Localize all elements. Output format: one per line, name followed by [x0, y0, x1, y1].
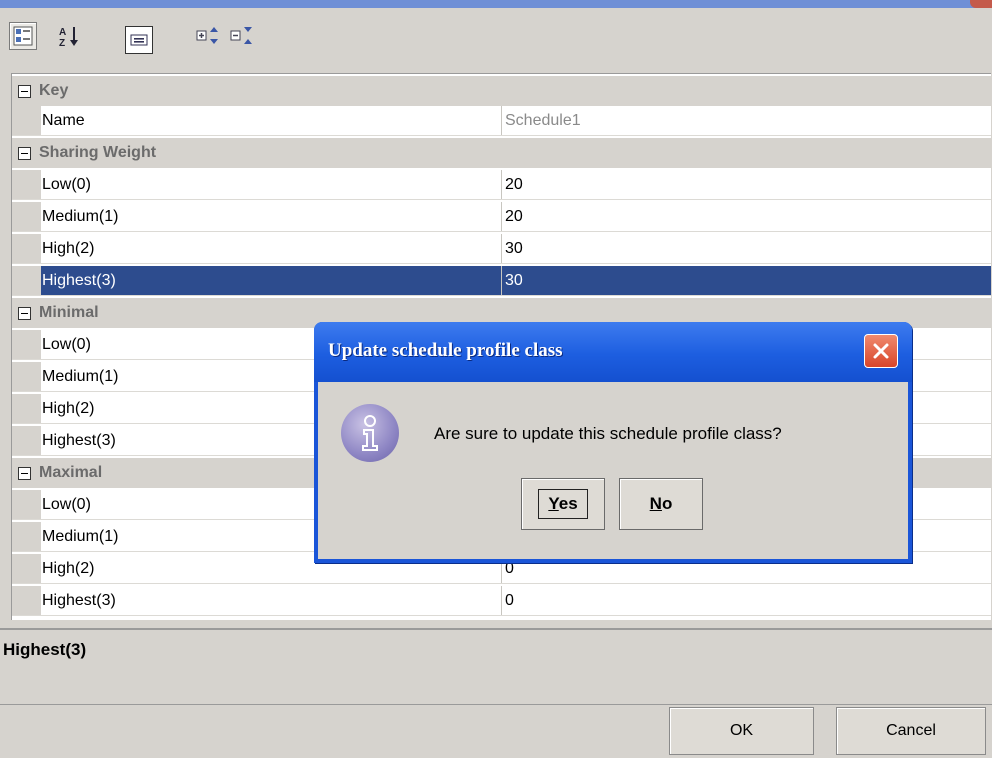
dialog-title: Update schedule profile class — [328, 340, 563, 361]
row-gutter — [12, 266, 41, 295]
button-bar: OK Cancel — [0, 704, 992, 758]
row-gutter — [12, 490, 41, 519]
category-label: Maximal — [39, 464, 103, 481]
dialog-body: Are sure to update this schedule profile… — [318, 382, 908, 559]
property-value[interactable]: 30 — [502, 266, 991, 295]
property-row-selected[interactable]: Highest(3) 30 — [12, 266, 991, 296]
property-name: High(2) — [41, 234, 502, 263]
row-gutter — [12, 234, 41, 263]
yes-button-label: Yes — [538, 489, 588, 519]
sort-alphabetical-icon: A Z — [59, 27, 78, 48]
row-gutter — [12, 426, 41, 455]
description-panel: Highest(3) — [0, 628, 992, 706]
property-value[interactable]: 0 — [502, 586, 991, 615]
property-row[interactable]: Highest(3) 0 — [12, 586, 991, 616]
row-gutter — [12, 554, 41, 583]
collapse-toggle-icon[interactable] — [18, 146, 31, 160]
property-value[interactable]: 20 — [502, 170, 991, 199]
property-value[interactable]: 30 — [502, 234, 991, 263]
category-key[interactable]: Key — [12, 76, 991, 106]
property-name: Name — [41, 106, 502, 135]
sort-alphabetical-button[interactable]: A Z — [55, 22, 83, 50]
property-name: Medium(1) — [41, 202, 502, 231]
svg-text:A: A — [59, 27, 66, 38]
collapse-all-icon — [230, 27, 252, 44]
row-gutter — [12, 170, 41, 199]
dialog-message: Are sure to update this schedule profile… — [434, 424, 782, 443]
row-gutter — [12, 362, 41, 391]
window-title-strip — [0, 0, 992, 8]
category-label: Minimal — [39, 304, 99, 321]
dialog-close-button[interactable] — [864, 334, 898, 368]
property-pages-button[interactable] — [125, 26, 153, 54]
property-name: Highest(3) — [41, 586, 502, 615]
collapse-toggle-icon[interactable] — [18, 306, 31, 320]
property-row-name[interactable]: Name Schedule1 — [12, 106, 991, 136]
row-gutter — [12, 394, 41, 423]
row-gutter — [12, 330, 41, 359]
information-icon — [341, 404, 399, 462]
property-row[interactable]: Medium(1) 20 — [12, 202, 991, 232]
property-value[interactable]: Schedule1 — [502, 106, 991, 135]
property-name: Highest(3) — [41, 266, 502, 295]
row-gutter — [12, 106, 41, 135]
ok-button[interactable]: OK — [669, 707, 814, 755]
category-sharing-weight[interactable]: Sharing Weight — [12, 138, 991, 168]
row-gutter — [12, 202, 41, 231]
mnemonic-n: N — [649, 494, 662, 513]
confirm-dialog: Update schedule profile class Are sure t… — [314, 322, 912, 563]
description-title: Highest(3) — [3, 640, 87, 659]
no-button-label: No — [640, 489, 683, 519]
mnemonic-y: Y — [548, 494, 559, 513]
collapse-all-button[interactable] — [228, 22, 256, 50]
close-icon — [873, 343, 889, 359]
yes-button[interactable]: Yes — [521, 478, 605, 530]
svg-text:Z: Z — [59, 38, 65, 48]
row-gutter — [12, 586, 41, 615]
yes-label-rest: es — [558, 494, 578, 513]
category-label: Key — [39, 82, 69, 99]
collapse-toggle-icon[interactable] — [18, 466, 31, 480]
categorized-view-icon — [13, 26, 33, 46]
categorized-view-button[interactable] — [9, 22, 37, 50]
collapse-toggle-icon[interactable] — [18, 84, 31, 98]
expand-all-button[interactable] — [194, 22, 222, 50]
row-gutter — [12, 522, 41, 551]
toolbar: A Z — [0, 8, 992, 70]
property-row[interactable]: High(2) 30 — [12, 234, 991, 264]
window-close-corner[interactable] — [970, 0, 992, 8]
category-label: Sharing Weight — [39, 144, 157, 161]
property-pages-icon — [130, 34, 148, 46]
property-row[interactable]: Low(0) 20 — [12, 170, 991, 200]
cancel-button[interactable]: Cancel — [836, 707, 986, 755]
property-value[interactable]: 20 — [502, 202, 991, 231]
no-label-rest: o — [661, 494, 673, 513]
dialog-titlebar[interactable]: Update schedule profile class — [314, 322, 912, 382]
no-button[interactable]: No — [619, 478, 703, 530]
expand-all-icon — [196, 27, 218, 44]
property-name: Low(0) — [41, 170, 502, 199]
